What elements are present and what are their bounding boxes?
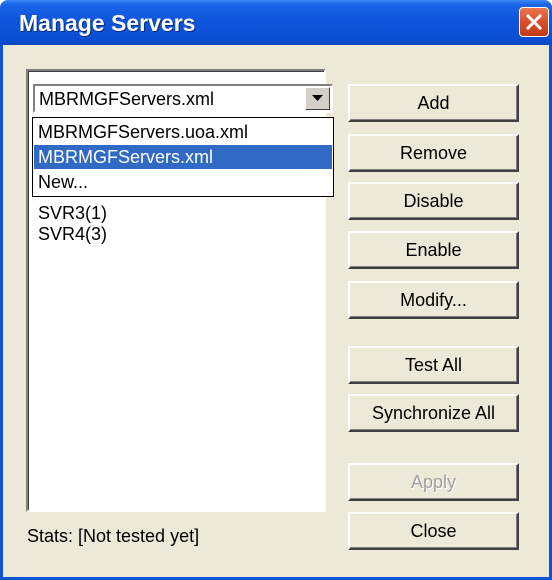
add-button[interactable]: Add: [348, 84, 519, 122]
disable-button[interactable]: Disable: [348, 182, 519, 220]
list-item-server[interactable]: SVR3(1): [38, 203, 107, 224]
config-file-select[interactable]: MBRMGFServers.xml: [33, 84, 333, 113]
apply-button[interactable]: Apply: [348, 463, 519, 501]
config-file-value: MBRMGFServers.xml: [39, 89, 214, 109]
dropdown-option-new[interactable]: New...: [34, 170, 332, 194]
list-item-server[interactable]: SVR4(3): [38, 224, 107, 245]
config-file-dropdown-list: MBRMGFServers.uoa.xml MBRMGFServers.xml …: [32, 117, 334, 197]
chevron-down-icon: [312, 95, 323, 101]
test-all-button[interactable]: Test All: [348, 346, 519, 384]
manage-servers-dialog: Manage Servers SVR3(1) SVR4(3) MBRMGFSer…: [0, 0, 552, 580]
close-window-button[interactable]: [519, 7, 549, 37]
title-bar[interactable]: Manage Servers: [0, 0, 552, 45]
dropdown-option-selected[interactable]: MBRMGFServers.xml: [34, 145, 332, 169]
dropdown-toggle-button[interactable]: [305, 87, 330, 110]
window-title: Manage Servers: [19, 10, 196, 36]
enable-button[interactable]: Enable: [348, 231, 519, 269]
dropdown-option[interactable]: MBRMGFServers.uoa.xml: [34, 120, 332, 144]
synchronize-all-button[interactable]: Synchronize All: [348, 394, 519, 432]
remove-button[interactable]: Remove: [348, 134, 519, 172]
modify-button[interactable]: Modify...: [348, 281, 519, 319]
stats-status-text: Stats: [Not tested yet]: [27, 526, 200, 546]
close-button[interactable]: Close: [348, 512, 519, 550]
close-x-icon: [525, 13, 543, 31]
